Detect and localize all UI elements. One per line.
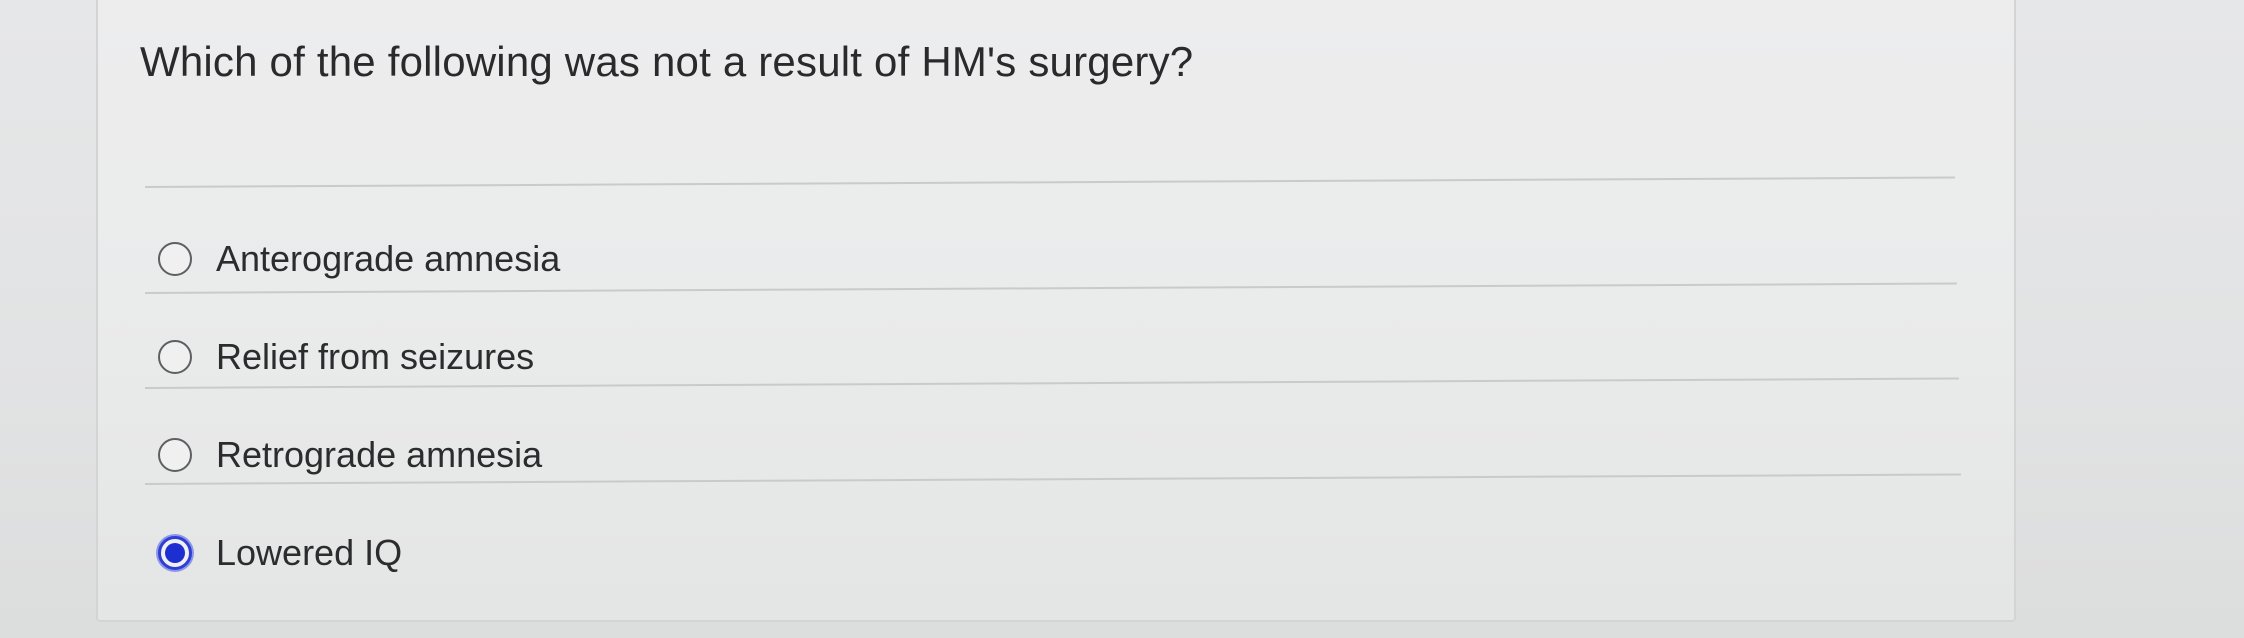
option-label[interactable]: Retrograde amnesia [216, 434, 542, 476]
answer-option-relief-from-seizures[interactable]: Relief from seizures [158, 332, 534, 382]
option-label[interactable]: Anterograde amnesia [216, 238, 560, 280]
screen: Which of the following was not a result … [0, 0, 2244, 638]
option-label[interactable]: Lowered IQ [216, 532, 402, 574]
answer-option-retrograde-amnesia[interactable]: Retrograde amnesia [158, 430, 542, 480]
radio-button-unchecked[interactable] [158, 242, 192, 276]
radio-dot [165, 543, 185, 563]
answer-option-lowered-iq[interactable]: Lowered IQ [158, 528, 402, 578]
question-text: Which of the following was not a result … [140, 38, 1194, 85]
radio-button-unchecked[interactable] [158, 438, 192, 472]
option-label[interactable]: Relief from seizures [216, 336, 534, 378]
radio-button-unchecked[interactable] [158, 340, 192, 374]
answer-option-anterograde-amnesia[interactable]: Anterograde amnesia [158, 234, 560, 284]
radio-button-checked[interactable] [158, 536, 192, 570]
